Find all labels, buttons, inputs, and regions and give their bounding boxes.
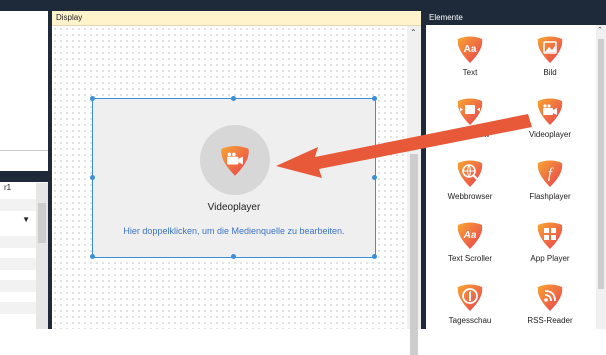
svg-text:Aa: Aa bbox=[464, 44, 477, 55]
element-label: Webbrowser bbox=[447, 192, 493, 201]
resize-handle[interactable] bbox=[372, 175, 377, 180]
element-tile-text[interactable]: Aa Text bbox=[430, 28, 510, 88]
resize-handle[interactable] bbox=[372, 96, 377, 101]
flash-icon: f bbox=[537, 160, 563, 187]
resize-handle[interactable] bbox=[231, 254, 236, 259]
widget-title: Videoplayer bbox=[207, 202, 261, 213]
left-row bbox=[0, 258, 36, 270]
element-tile-app-player[interactable]: App Player bbox=[510, 214, 590, 274]
element-label: RSS-Reader bbox=[527, 316, 573, 325]
resize-handle[interactable] bbox=[90, 175, 95, 180]
left-scrollbar[interactable] bbox=[36, 183, 48, 329]
element-label: Flashplayer bbox=[529, 192, 571, 201]
element-tile-videoplayer[interactable]: Videoplayer bbox=[510, 90, 590, 150]
element-tile-image[interactable]: Bild bbox=[510, 28, 590, 88]
elements-panel-title: Elemente bbox=[429, 13, 463, 22]
image-icon bbox=[537, 36, 563, 63]
top-title-bar bbox=[0, 0, 606, 11]
widget-icon-circle bbox=[200, 125, 270, 195]
element-label: Text bbox=[462, 68, 478, 77]
element-label: Videoplayer bbox=[528, 130, 572, 139]
element-label: Text Scroller bbox=[447, 254, 492, 263]
videoplayer-widget[interactable]: Videoplayer Hier doppelklicken, um die M… bbox=[90, 96, 377, 259]
display-panel-title: Display bbox=[56, 13, 83, 22]
left-row bbox=[0, 236, 36, 248]
element-tile-slideshow[interactable]: Bildershow bbox=[430, 90, 510, 150]
element-label: Bild bbox=[543, 68, 557, 77]
widget-hint: Hier doppelklicken, um die Medienquelle … bbox=[123, 226, 345, 236]
element-tile-webbrowser[interactable]: Webbrowser bbox=[430, 152, 510, 212]
left-field-value[interactable]: r1 bbox=[0, 183, 40, 195]
element-tile-text-scroller[interactable]: Aa Text Scroller bbox=[430, 214, 510, 274]
left-scrollbar-thumb[interactable] bbox=[38, 203, 46, 243]
video-camera-icon bbox=[537, 98, 563, 125]
web-search-icon bbox=[457, 160, 483, 187]
elements-scrollbar[interactable]: ⌃ bbox=[596, 25, 606, 329]
tagesschau-icon bbox=[457, 284, 483, 311]
resize-handle[interactable] bbox=[90, 96, 95, 101]
dropdown-arrow-icon[interactable]: ▼ bbox=[22, 215, 30, 224]
element-label: App Player bbox=[530, 254, 570, 263]
left-row bbox=[0, 280, 36, 292]
resize-handle[interactable] bbox=[372, 254, 377, 259]
resize-handle[interactable] bbox=[231, 96, 236, 101]
elements-panel: Aa Text Bild Bildershow Videoplayer Webb… bbox=[426, 25, 596, 329]
text-scroller-icon: Aa bbox=[457, 222, 483, 249]
app-grid-icon bbox=[537, 222, 563, 249]
element-tile-tagesschau[interactable]: Tagesschau bbox=[430, 276, 510, 336]
left-dropdown[interactable]: ▼ bbox=[0, 214, 34, 228]
elements-panel-header: Elemente bbox=[426, 11, 606, 25]
display-panel-header: Display bbox=[52, 11, 421, 26]
left-bottom-header bbox=[0, 171, 48, 182]
left-panel-divider bbox=[0, 150, 48, 151]
display-scrollbar-thumb[interactable] bbox=[410, 154, 418, 355]
element-label: Bildershow bbox=[450, 130, 490, 139]
slideshow-icon bbox=[457, 98, 483, 125]
resize-handle[interactable] bbox=[90, 254, 95, 259]
element-label: Tagesschau bbox=[448, 316, 492, 325]
display-scrollbar[interactable]: ⌃ bbox=[407, 26, 421, 355]
text-icon: Aa bbox=[457, 36, 483, 63]
elements-scrollbar-thumb[interactable] bbox=[598, 39, 604, 289]
left-top-panel bbox=[0, 11, 48, 171]
video-camera-icon bbox=[221, 145, 249, 176]
left-row bbox=[0, 302, 36, 314]
element-tile-flashplayer[interactable]: f Flashplayer bbox=[510, 152, 590, 212]
scroll-up-icon[interactable]: ⌃ bbox=[410, 28, 417, 37]
element-tile-rss-reader[interactable]: RSS-Reader bbox=[510, 276, 590, 336]
scroll-up-icon[interactable]: ⌃ bbox=[597, 26, 603, 34]
svg-text:Aa: Aa bbox=[463, 230, 477, 241]
left-row bbox=[0, 199, 36, 211]
rss-icon bbox=[537, 284, 563, 311]
